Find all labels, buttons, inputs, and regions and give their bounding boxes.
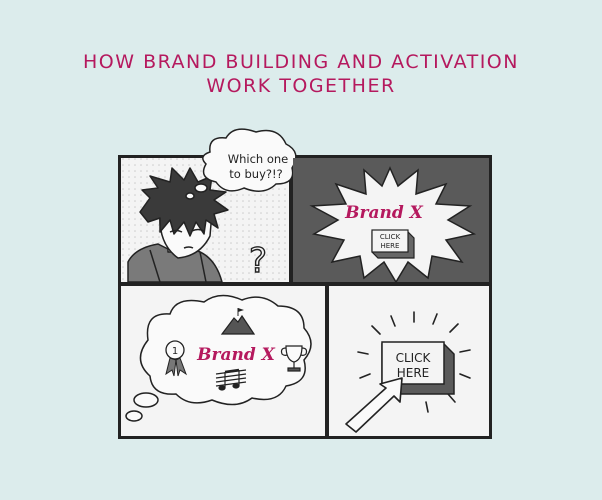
panel-2: Brand X CLICK HERE	[293, 158, 489, 284]
rosette-label: 1	[172, 346, 178, 357]
panel-3: 1 Brand X	[121, 286, 325, 436]
panel-1: Which one to buy?!? ?	[121, 128, 297, 283]
brand-name-cloud: Brand X	[196, 345, 276, 365]
click-here-line-1: CLICK	[380, 233, 401, 241]
thought-text-line-1: Which one	[228, 152, 289, 166]
comic-strip: Which one to buy?!? ? Brand X CLICK HERE	[118, 128, 492, 439]
click-here-line-2: HERE	[381, 242, 400, 250]
panel-4: CLICK HERE	[329, 286, 489, 436]
click-here-big-line-1: CLICK	[396, 351, 432, 365]
thought-text-line-2: to buy?!?	[229, 167, 282, 181]
click-here-button[interactable]: CLICK HERE	[371, 229, 415, 259]
brand-name: Brand X	[344, 203, 424, 223]
question-mark: ?	[249, 241, 267, 281]
